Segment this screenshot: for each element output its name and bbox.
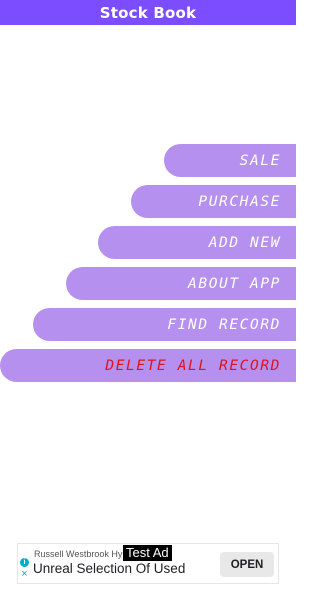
ad-open-button[interactable]: OPEN — [220, 552, 274, 577]
ad-info-icon[interactable]: i — [20, 558, 29, 567]
sale-button[interactable]: SALE — [164, 144, 296, 177]
test-ad-badge: Test Ad — [123, 545, 172, 561]
add-new-button[interactable]: ADD NEW — [98, 226, 296, 259]
delete-all-record-button-label: DELETE ALL RECORD — [105, 357, 281, 374]
ad-headline[interactable]: Unreal Selection Of Used — [33, 561, 185, 576]
delete-all-record-button[interactable]: DELETE ALL RECORD — [0, 349, 296, 382]
sale-button-label: SALE — [239, 152, 281, 169]
ad-advertiser: Russell Westbrook Hy — [34, 549, 123, 559]
ad-close-icon[interactable]: × — [20, 569, 29, 580]
purchase-button[interactable]: PURCHASE — [131, 185, 296, 218]
about-app-button-label: ABOUT APP — [188, 275, 281, 292]
add-new-button-label: ADD NEW — [208, 234, 281, 251]
app-title: Stock Book — [99, 3, 197, 22]
purchase-button-label: PURCHASE — [198, 193, 281, 210]
app-title-bar: Stock Book — [0, 0, 296, 25]
about-app-button[interactable]: ABOUT APP — [66, 267, 296, 300]
find-record-button[interactable]: FIND RECORD — [33, 308, 296, 341]
find-record-button-label: FIND RECORD — [167, 316, 281, 333]
ad-banner[interactable]: i × Russell Westbrook Hy Unreal Selectio… — [17, 543, 279, 584]
